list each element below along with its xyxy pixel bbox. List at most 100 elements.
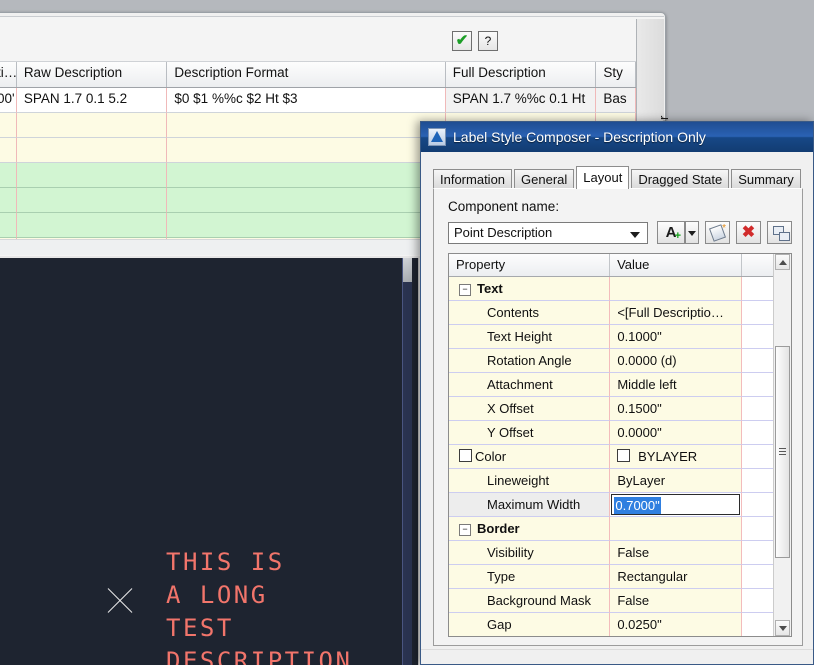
property-row-contents[interactable]: Contents <[Full Descriptio… [449,301,791,325]
property-row-background-mask[interactable]: Background Mask False [449,589,791,613]
copy-component-button[interactable]: * [705,221,730,244]
autocad-app-icon [428,128,446,146]
color-swatch-icon[interactable] [459,449,472,462]
tab-layout[interactable]: Layout [576,166,630,189]
cell-ti: 00' [0,88,17,113]
property-value-editor[interactable]: 0.7000" [610,493,742,517]
checkmark-glyph: ✔ [455,32,469,49]
grid-header-row: ti… Raw Description Description Format F… [0,61,636,88]
tab-summary[interactable]: Summary [731,169,801,189]
property-row-attachment[interactable]: Attachment Middle left [449,373,791,397]
apply-checkmark-icon[interactable]: ✔ [452,31,472,51]
tab-information[interactable]: Information [433,169,513,189]
chevron-down-icon [630,231,640,238]
property-value[interactable]: 0.0250" [610,613,742,636]
add-text-component-button[interactable]: A + [657,221,685,244]
property-label: Maximum Width [449,493,611,517]
property-value[interactable]: BYLAYER [610,445,742,469]
property-grid-col-property[interactable]: Property [449,254,611,276]
grid-col-ti[interactable]: ti… [0,62,17,87]
property-label: X Offset [449,397,611,421]
property-grid-col-value[interactable]: Value [610,254,742,276]
property-row-maximum-width[interactable]: Maximum Width 0.7000" [449,493,791,517]
component-draw-order-button[interactable] [767,221,792,244]
property-value[interactable]: Rectangular [610,565,742,589]
property-label: Rotation Angle [449,349,611,373]
property-label: Attachment [449,373,611,397]
dialog-bottom-strip [421,649,813,664]
property-grid-scrollbar[interactable] [773,254,791,636]
property-row-color[interactable]: Color BYLAYER [449,445,791,469]
property-value[interactable]: 0.1000" [610,325,742,349]
property-group-value [610,277,742,301]
property-grid[interactable]: Property Value − Text Contents <[Full Des… [448,253,792,637]
scroll-down-icon[interactable] [775,620,790,636]
sparkle-icon: * [722,223,726,234]
cad-viewport-scrollbar-thumb[interactable] [403,258,412,282]
grid-col-style[interactable]: Sty [596,62,636,87]
component-name-label: Component name: [448,199,560,214]
dialog-title-bar[interactable]: Label Style Composer - Description Only [421,122,813,153]
property-row-text-height[interactable]: Text Height 0.1000" [449,325,791,349]
grid-col-description-format[interactable]: Description Format [167,62,446,87]
delete-component-button[interactable]: ✖ [736,221,761,244]
grid-col-raw-description[interactable]: Raw Description [17,62,168,87]
add-component-dropdown-button[interactable] [685,221,699,244]
dialog-tabstrip: Information General Layout Dragged State… [433,166,803,189]
property-value[interactable]: False [610,589,742,613]
property-label: Color [449,445,611,469]
component-name-value: Point Description [454,224,553,240]
plus-icon: + [674,230,681,242]
cad-viewport-scrollbar[interactable] [402,258,412,665]
property-label: Background Mask [449,589,611,613]
property-group-label: − Border [449,517,611,541]
component-name-select[interactable]: Point Description [448,221,648,244]
property-row-gap[interactable]: Gap 0.0250" [449,613,791,636]
collapse-icon[interactable]: − [459,284,471,296]
grid-col-full-description[interactable]: Full Description [446,62,597,87]
maximum-width-value: 0.7000" [614,497,661,514]
collapse-icon[interactable]: − [459,524,471,536]
help-button[interactable]: ? [478,31,498,51]
tab-general[interactable]: General [514,169,575,189]
cell-raw-description: SPAN 1.7 0.1 5.2 [16,88,168,113]
red-x-icon: ✖ [741,224,756,241]
maximum-width-input[interactable]: 0.7000" [611,494,740,515]
property-row-rotation-angle[interactable]: Rotation Angle 0.0000 (d) [449,349,791,373]
cell-description-format: $0 $1 %%c $2 Ht $3 [167,88,446,113]
property-group-value [610,517,742,541]
property-row-x-offset[interactable]: X Offset 0.1500" [449,397,791,421]
layers-icon-back [779,232,790,241]
property-label: Gap [449,613,611,636]
property-value[interactable]: 0.0000" [610,421,742,445]
property-row-y-offset[interactable]: Y Offset 0.0000" [449,421,791,445]
property-label: Visibility [449,541,611,565]
property-row-lineweight[interactable]: Lineweight ByLayer [449,469,791,493]
color-swatch-icon[interactable] [617,449,631,462]
property-row-visibility[interactable]: Visibility False [449,541,791,565]
property-value[interactable]: Middle left [610,373,742,397]
table-row[interactable]: 00' SPAN 1.7 0.1 5.2 $0 $1 %%c $2 Ht $3 … [0,88,636,113]
property-row-type[interactable]: Type Rectangular [449,565,791,589]
property-label: Type [449,565,611,589]
property-label: Y Offset [449,421,611,445]
tab-dragged-state[interactable]: Dragged State [631,169,730,189]
scroll-up-icon[interactable] [775,254,790,270]
property-group-border[interactable]: − Border [449,517,791,541]
property-label: Text Height [449,325,611,349]
scrollbar-grip-icon [779,448,786,457]
dialog-title-text: Label Style Composer - Description Only [453,129,706,145]
property-value[interactable]: <[Full Descriptio… [610,301,742,325]
property-value[interactable]: False [610,541,742,565]
property-label: Contents [449,301,611,325]
cad-label-long-description: THIS IS A LONG TEST DESCRIPTION [166,548,353,665]
panorama-toolbar: ✔ ? [0,23,664,61]
cell-style: Bas [596,88,636,113]
property-group-text[interactable]: − Text [449,277,791,301]
cad-drawing-viewport[interactable]: THIS IS A LONG TEST DESCRIPTION SPAN 1.7… [0,258,418,665]
scrollbar-thumb[interactable] [775,346,790,558]
property-value[interactable]: 0.0000 (d) [610,349,742,373]
property-grid-header: Property Value [449,254,791,277]
property-value[interactable]: ByLayer [610,469,742,493]
property-value[interactable]: 0.1500" [610,397,742,421]
